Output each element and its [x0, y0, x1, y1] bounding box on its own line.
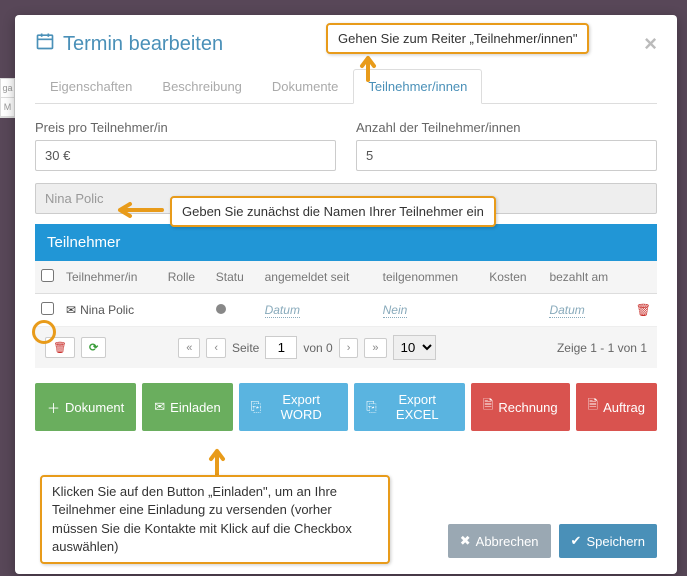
refresh-button[interactable]: ⟳ — [81, 337, 106, 358]
row-checkbox[interactable] — [41, 302, 54, 315]
trash-icon[interactable]: 🗑 — [636, 303, 651, 317]
document-icon: 🗎 — [483, 396, 493, 418]
invoice-button[interactable]: 🗎Rechnung — [471, 383, 570, 431]
table-row: ✉ Nina Polic Datum Nein Datum 🗑 — [35, 294, 657, 327]
envelope-icon: ✉ — [154, 399, 165, 415]
add-document-button[interactable]: ＋Dokument — [35, 383, 136, 431]
close-icon: ✖ — [460, 533, 471, 549]
col-rolle[interactable]: Rolle — [162, 261, 210, 294]
export-excel-button[interactable]: ⎘Export EXCEL — [354, 383, 465, 431]
tab-bar: Eigenschaften Beschreibung Dokumente Tei… — [35, 69, 657, 104]
annotation-callout: Klicken Sie auf den Button „Einladen", u… — [40, 475, 390, 564]
modal-title: Termin bearbeiten — [35, 31, 223, 57]
tab-dokumente[interactable]: Dokumente — [257, 69, 353, 103]
envelope-icon: ✉ — [66, 303, 76, 317]
tab-beschreibung[interactable]: Beschreibung — [147, 69, 257, 103]
col-status[interactable]: Statu — [210, 261, 259, 294]
bg-fragment: M — [1, 98, 14, 117]
next-page-button[interactable]: › — [339, 338, 359, 358]
check-icon: ✔ — [571, 533, 582, 549]
save-button[interactable]: ✔Speichern — [559, 524, 657, 558]
participant-name: Nina Polic — [80, 303, 134, 317]
page-label: Seite — [232, 341, 259, 355]
col-teilnehmer[interactable]: Teilnehmer/in — [60, 261, 162, 294]
export-icon: ⎘ — [366, 399, 376, 415]
registered-date[interactable]: Datum — [265, 303, 300, 318]
annotation-callout: Geben Sie zunächst die Namen Ihrer Teiln… — [170, 196, 496, 227]
order-button[interactable]: 🗎Auftrag — [576, 383, 657, 431]
arrow-icon — [114, 200, 164, 220]
tab-eigenschaften[interactable]: Eigenschaften — [35, 69, 147, 103]
export-icon: ⎘ — [251, 399, 261, 415]
arrow-icon — [356, 52, 380, 82]
attended-value[interactable]: Nein — [383, 303, 408, 318]
close-icon[interactable]: × — [644, 31, 657, 57]
select-all-checkbox[interactable] — [41, 269, 54, 282]
last-page-button[interactable]: » — [364, 338, 386, 358]
bg-fragment: ga — [1, 79, 14, 98]
export-word-button[interactable]: ⎘Export WORD — [239, 383, 348, 431]
count-input[interactable] — [356, 140, 657, 171]
participants-panel-header: Teilnehmer — [35, 224, 657, 261]
col-teilgenommen[interactable]: teilgenommen — [377, 261, 484, 294]
first-page-button[interactable]: « — [178, 338, 200, 358]
price-label: Preis pro Teilnehmer/in — [35, 120, 336, 135]
page-total: von 0 — [303, 341, 332, 355]
participants-table: Teilnehmer/in Rolle Statu angemeldet sei… — [35, 261, 657, 327]
prev-page-button[interactable]: ‹ — [206, 338, 226, 358]
calendar-icon — [35, 31, 55, 57]
price-input[interactable] — [35, 140, 336, 171]
table-toolbar: 🗑 ⟳ « ‹ Seite von 0 › » 10 Zeige 1 - 1 v… — [35, 327, 657, 368]
document-icon: 🗎 — [588, 396, 598, 418]
page-input[interactable] — [265, 336, 297, 359]
count-label: Anzahl der Teilnehmer/innen — [356, 120, 657, 135]
col-bezahlt[interactable]: bezahlt am — [543, 261, 629, 294]
col-angemeldet[interactable]: angemeldet seit — [259, 261, 377, 294]
cancel-button[interactable]: ✖Abbrechen — [448, 524, 551, 558]
invite-button[interactable]: ✉Einladen — [142, 383, 233, 431]
annotation-circle — [32, 320, 56, 344]
annotation-callout: Gehen Sie zum Reiter „Teilnehmer/innen" — [326, 23, 589, 54]
pagesize-select[interactable]: 10 — [393, 335, 436, 360]
results-info: Zeige 1 - 1 von 1 — [557, 341, 647, 355]
paid-date[interactable]: Datum — [549, 303, 584, 318]
col-kosten[interactable]: Kosten — [483, 261, 543, 294]
status-dot-icon — [216, 304, 226, 314]
plus-icon: ＋ — [47, 398, 60, 417]
